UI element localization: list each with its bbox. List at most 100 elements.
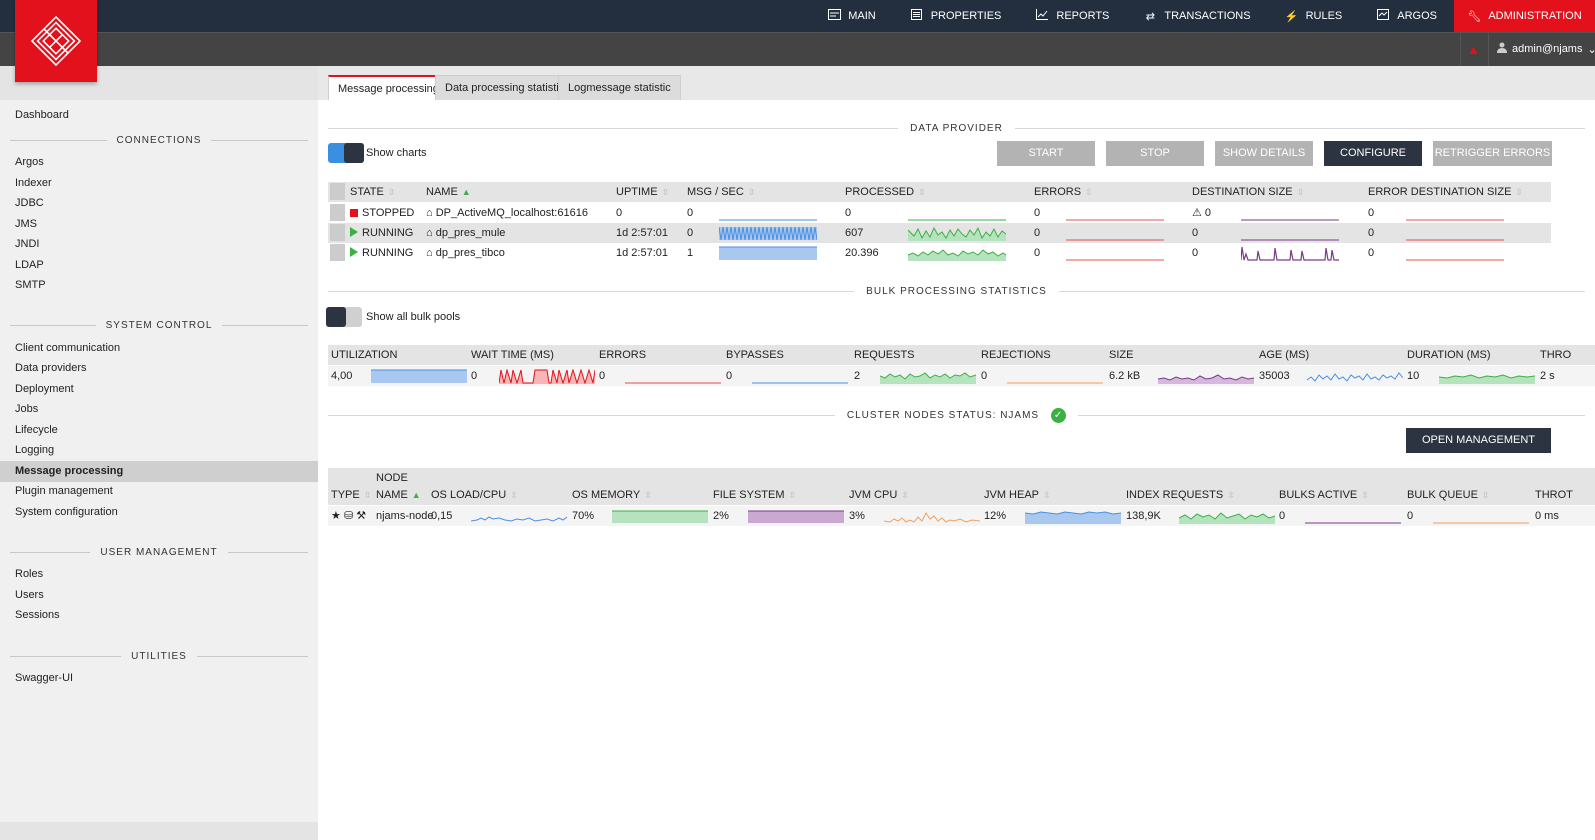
col-errors[interactable]: ERRORS ⇳ bbox=[1034, 182, 1093, 202]
col-bulks-active[interactable]: BULKS ACTIVE ⇳ bbox=[1279, 485, 1369, 505]
sidebar-item-data-providers[interactable]: Data providers bbox=[0, 358, 318, 379]
transactions-icon: ⇄ bbox=[1145, 10, 1155, 23]
section-system-control-title: SYSTEM CONTROL bbox=[105, 319, 213, 331]
sidebar-item-argos[interactable]: Argos bbox=[0, 152, 318, 173]
warning-icon: ⚠ bbox=[1192, 207, 1205, 219]
col-error-destination-size[interactable]: ERROR DESTINATION SIZE ⇳ bbox=[1368, 182, 1523, 202]
table-row[interactable]: 4,00 0 0 0 2 0 6.2 kB 35003 10 2 s bbox=[328, 366, 1595, 386]
col-jvm-heap[interactable]: JVM HEAP ⇳ bbox=[984, 485, 1051, 505]
errors-sparkline bbox=[1066, 259, 1164, 261]
sort-icon: ⇳ bbox=[1296, 187, 1305, 197]
sidebar-item-smtp[interactable]: SMTP bbox=[0, 275, 318, 296]
user-icon bbox=[1497, 42, 1507, 56]
chevron-down-icon: ⌄ bbox=[1587, 43, 1595, 56]
start-button[interactable]: START bbox=[997, 141, 1095, 166]
row-name: ⌂ dp_pres_tibco bbox=[426, 243, 505, 263]
sidebar-item-users[interactable]: Users bbox=[0, 585, 318, 606]
col-bulk-queue[interactable]: BULK QUEUE ⇳ bbox=[1407, 485, 1489, 505]
sidebar-item-ldap[interactable]: LDAP bbox=[0, 255, 318, 276]
nav-transactions[interactable]: ⇄ TRANSACTIONS bbox=[1126, 0, 1267, 32]
nav-rules[interactable]: ⚡ RULES bbox=[1268, 0, 1360, 32]
user-menu[interactable]: admin@njams ⌄ bbox=[1488, 32, 1595, 66]
col-file-system[interactable]: FILE SYSTEM ⇳ bbox=[713, 485, 796, 505]
select-all-checkbox[interactable] bbox=[330, 183, 345, 200]
col-os-memory[interactable]: OS MEMORY ⇳ bbox=[572, 485, 652, 505]
configure-button[interactable]: CONFIGURE bbox=[1324, 141, 1422, 166]
col-name[interactable]: NAME ▲ bbox=[426, 182, 471, 202]
nav-argos[interactable]: ARGOS bbox=[1359, 0, 1454, 32]
col-type[interactable]: TYPE ⇳ bbox=[331, 485, 371, 505]
index-requests-sparkline bbox=[1179, 512, 1275, 524]
tab-data-processing-statistic[interactable]: Data processing statistic bbox=[435, 75, 575, 100]
nav-reports[interactable]: REPORTS bbox=[1018, 0, 1126, 32]
processed-sparkline bbox=[908, 219, 1006, 221]
brand-logo[interactable] bbox=[15, 0, 97, 82]
nav-main[interactable]: MAIN bbox=[810, 0, 893, 32]
tab-message-processing[interactable]: Message processing bbox=[328, 75, 449, 100]
show-all-bulk-pools-toggle[interactable] bbox=[326, 307, 362, 327]
show-details-button[interactable]: SHOW DETAILS bbox=[1215, 141, 1313, 166]
sidebar-item-jms[interactable]: JMS bbox=[0, 214, 318, 235]
section-bulk-processing: BULK PROCESSING STATISTICS bbox=[328, 284, 1586, 298]
show-all-bulk-pools-label: Show all bulk pools bbox=[366, 311, 461, 323]
retrigger-errors-button[interactable]: RETRIGGER ERRORS bbox=[1433, 141, 1552, 166]
sidebar-item-roles[interactable]: Roles bbox=[0, 564, 318, 585]
row-uptime: 1d 2:57:01 bbox=[616, 247, 668, 259]
row-checkbox[interactable] bbox=[330, 224, 345, 241]
sidebar-item-dashboard[interactable]: Dashboard bbox=[0, 105, 318, 126]
col-msg-sec[interactable]: MSG / SEC ⇳ bbox=[687, 182, 755, 202]
sidebar-item-deployment[interactable]: Deployment bbox=[0, 379, 318, 400]
sidebar-item-system-configuration[interactable]: System configuration bbox=[0, 502, 318, 523]
show-charts-toggle[interactable] bbox=[328, 143, 364, 163]
sort-icon: ⇳ bbox=[1085, 187, 1093, 197]
row-checkbox[interactable] bbox=[330, 244, 345, 261]
sidebar-item-sessions[interactable]: Sessions bbox=[0, 605, 318, 626]
col-uptime[interactable]: UPTIME ⇳ bbox=[616, 182, 669, 202]
col-destination-size[interactable]: DESTINATION SIZE ⇳ bbox=[1192, 182, 1304, 202]
sidebar-item-message-processing[interactable]: Message processing bbox=[0, 461, 318, 482]
col-index-requests[interactable]: INDEX REQUESTS ⇳ bbox=[1126, 485, 1235, 505]
running-icon bbox=[350, 247, 358, 257]
row-checkbox[interactable] bbox=[330, 204, 345, 221]
col-processed[interactable]: PROCESSED ⇳ bbox=[845, 182, 926, 202]
sidebar-item-jndi[interactable]: JNDI bbox=[0, 234, 318, 255]
properties-icon bbox=[910, 9, 924, 23]
status-ok-icon: ✓ bbox=[1051, 407, 1067, 423]
errors-sparkline bbox=[625, 382, 721, 384]
warning-icon[interactable]: ▲ bbox=[1460, 32, 1486, 66]
stop-button[interactable]: STOP bbox=[1106, 141, 1204, 166]
sidebar-item-jdbc[interactable]: JDBC bbox=[0, 193, 318, 214]
errors-sparkline bbox=[1066, 219, 1164, 221]
col-os-load[interactable]: OS LOAD/CPU ⇳ bbox=[431, 485, 518, 505]
table-row[interactable]: ★ ⛁ ⚒ njams-node 0,15 70% 2% 3% 12% 138,… bbox=[328, 506, 1595, 526]
nav-administration[interactable]: 🔧︎ ADMINISTRATION bbox=[1454, 0, 1595, 32]
node-name: njams-node bbox=[376, 510, 434, 522]
col-name[interactable]: NAME ▲ bbox=[376, 485, 421, 505]
row-name-text: dp_pres_tibco bbox=[435, 247, 505, 259]
col-destination-size-label: DESTINATION SIZE bbox=[1192, 186, 1293, 198]
tab-logmessage-statistic[interactable]: Logmessage statistic bbox=[558, 75, 681, 100]
os-memory-sparkline bbox=[612, 510, 708, 523]
sort-icon: ⇳ bbox=[1481, 490, 1490, 500]
sidebar-item-indexer[interactable]: Indexer bbox=[0, 173, 318, 194]
col-index-requests-label: INDEX REQUESTS bbox=[1126, 489, 1224, 501]
col-state[interactable]: STATE ⇳ bbox=[350, 182, 395, 202]
col-jvm-cpu[interactable]: JVM CPU ⇳ bbox=[849, 485, 909, 505]
open-management-tool-button[interactable]: OPEN MANAGEMENT TOOL bbox=[1406, 428, 1551, 471]
err-dest-size-sparkline bbox=[1406, 219, 1504, 221]
nav-properties[interactable]: PROPERTIES bbox=[893, 0, 1019, 32]
table-row[interactable]: RUNNING ⌂ dp_pres_tibco 1d 2:57:01 1 20.… bbox=[328, 243, 1551, 263]
sidebar-item-jobs[interactable]: Jobs bbox=[0, 399, 318, 420]
table-row[interactable]: RUNNING ⌂ dp_pres_mule 1d 2:57:01 0 607 … bbox=[328, 223, 1551, 243]
storage-icon: ⛁ bbox=[343, 510, 354, 522]
col-age: AGE (MS) bbox=[1259, 349, 1310, 361]
table-row[interactable]: STOPPED ⌂ DP_ActiveMQ_localhost:61616 0 … bbox=[328, 203, 1551, 223]
sidebar-item-client-communication[interactable]: Client communication bbox=[0, 338, 318, 359]
sidebar-item-plugin-management[interactable]: Plugin management bbox=[0, 481, 318, 502]
sidebar-item-logging[interactable]: Logging bbox=[0, 440, 318, 461]
sidebar-item-lifecycle[interactable]: Lifecycle bbox=[0, 420, 318, 441]
col-size: SIZE bbox=[1109, 349, 1134, 361]
sidebar-item-swagger-ui[interactable]: Swagger-UI bbox=[0, 668, 318, 689]
sort-icon: ⇳ bbox=[1515, 187, 1523, 197]
errors-sparkline bbox=[1066, 239, 1164, 241]
